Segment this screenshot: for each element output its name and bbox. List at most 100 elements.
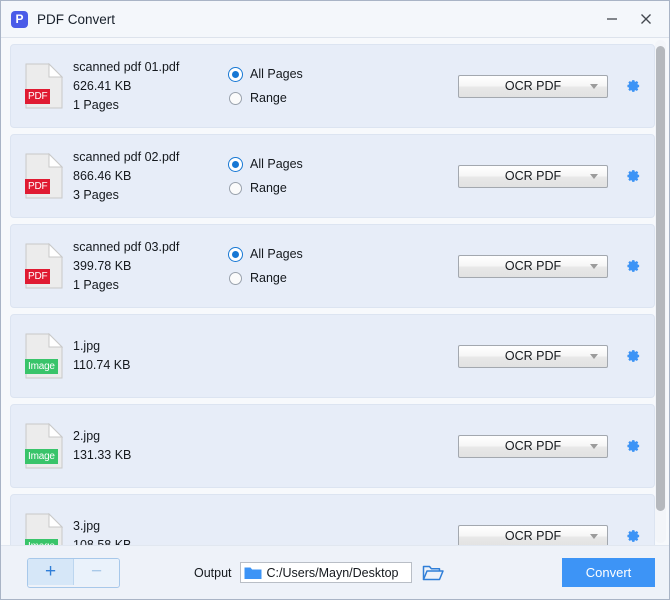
output-path-text: C:/Users/Mayn/Desktop — [266, 565, 399, 580]
file-card[interactable]: PDF scanned pdf 03.pdf 399.78 KB 1 Pages All… — [10, 224, 655, 308]
conversion-controls: OCR PDF — [458, 74, 642, 98]
browse-folder-button[interactable] — [422, 562, 444, 584]
chevron-down-icon — [590, 174, 598, 179]
pdf-convert-window: P PDF Convert PDF scanned pdf 01.pdf 626.4… — [0, 0, 670, 600]
minimize-button[interactable] — [595, 5, 629, 33]
conversion-controls: OCR PDF — [458, 434, 642, 458]
all-pages-option[interactable]: All Pages — [229, 152, 349, 176]
pdf-file-icon: PDF — [25, 63, 63, 109]
file-list[interactable]: PDF scanned pdf 01.pdf 626.41 KB 1 Pages All… — [1, 38, 669, 545]
all-pages-radio[interactable] — [229, 67, 242, 81]
conversion-controls: OCR PDF — [458, 344, 642, 368]
remove-file-button[interactable]: − — [73, 558, 119, 585]
output-label: Output — [194, 565, 232, 580]
file-type-badge: Image — [25, 359, 58, 374]
range-label: Range — [250, 91, 287, 105]
settings-button[interactable] — [622, 526, 642, 545]
add-file-button[interactable]: + — [28, 558, 73, 585]
gear-icon — [626, 79, 639, 92]
image-file-icon: Image — [25, 513, 63, 545]
file-type-badge: PDF — [25, 89, 51, 104]
all-pages-option[interactable]: All Pages — [229, 62, 349, 86]
settings-button[interactable] — [622, 346, 642, 366]
output-format-value: OCR PDF — [504, 169, 562, 183]
file-info: scanned pdf 01.pdf 626.41 KB 1 Pages — [73, 58, 223, 115]
settings-button[interactable] — [622, 256, 642, 276]
window-title: PDF Convert — [37, 11, 116, 27]
file-name: 2.jpg — [73, 429, 101, 443]
file-size: 626.41 KB — [73, 78, 132, 93]
file-size: 108.58 KB — [73, 538, 132, 545]
gear-icon — [626, 169, 639, 182]
close-button[interactable] — [629, 5, 663, 33]
output-format-value: OCR PDF — [504, 79, 562, 93]
file-pages: 1 Pages — [73, 277, 119, 292]
settings-button[interactable] — [622, 76, 642, 96]
output-format-select[interactable]: OCR PDF — [458, 254, 608, 278]
output-format-value: OCR PDF — [504, 439, 562, 453]
pdf-file-icon: PDF — [25, 153, 63, 199]
close-icon — [641, 14, 651, 24]
file-card[interactable]: Image 2.jpg 131.33 KB OCR PDF — [10, 404, 655, 488]
chevron-down-icon — [590, 534, 598, 539]
output-path-field[interactable]: C:/Users/Mayn/Desktop — [239, 562, 412, 583]
output-format-select[interactable]: OCR PDF — [458, 164, 608, 188]
conversion-controls: OCR PDF — [458, 524, 642, 545]
folder-icon — [244, 567, 262, 579]
file-size: 866.46 KB — [73, 168, 132, 183]
file-type-badge: PDF — [25, 179, 51, 194]
file-pages: 1 Pages — [73, 97, 119, 112]
range-option[interactable]: Range — [229, 86, 349, 110]
page-range-options: All Pages Range — [229, 242, 349, 290]
file-name: 1.jpg — [73, 339, 101, 353]
output-format-select[interactable]: OCR PDF — [458, 524, 608, 545]
file-card[interactable]: Image 1.jpg 110.74 KB OCR PDF — [10, 314, 655, 398]
page-range-options: All Pages Range — [229, 62, 349, 110]
all-pages-radio[interactable] — [229, 157, 242, 171]
convert-button[interactable]: Convert — [562, 558, 655, 587]
file-info: 1.jpg 110.74 KB — [73, 337, 223, 375]
gear-icon — [626, 439, 639, 452]
range-radio[interactable] — [229, 271, 242, 285]
gear-icon — [626, 259, 639, 272]
file-info: 3.jpg 108.58 KB — [73, 517, 223, 545]
gear-icon — [626, 349, 639, 362]
image-file-icon: Image — [25, 333, 63, 379]
all-pages-option[interactable]: All Pages — [229, 242, 349, 266]
output-format-select[interactable]: OCR PDF — [458, 434, 608, 458]
settings-button[interactable] — [622, 166, 642, 186]
file-name: scanned pdf 01.pdf — [73, 59, 180, 74]
open-folder-icon — [422, 565, 444, 580]
bottom-toolbar: + − Output C:/Users/Mayn/Desktop Convert — [1, 545, 669, 599]
all-pages-radio[interactable] — [229, 247, 242, 261]
file-name: scanned pdf 02.pdf — [73, 149, 180, 164]
page-range-options: All Pages Range — [229, 152, 349, 200]
file-size: 131.33 KB — [73, 448, 132, 462]
output-format-value: OCR PDF — [504, 259, 562, 273]
file-card[interactable]: Image 3.jpg 108.58 KB OCR PDF — [10, 494, 655, 545]
app-logo-icon: P — [11, 10, 28, 28]
file-card[interactable]: PDF scanned pdf 02.pdf 866.46 KB 3 Pages All… — [10, 134, 655, 218]
image-file-icon: Image — [25, 423, 63, 469]
settings-button[interactable] — [622, 436, 642, 456]
scrollbar-thumb[interactable] — [656, 46, 665, 511]
all-pages-label: All Pages — [250, 157, 303, 171]
conversion-controls: OCR PDF — [458, 164, 642, 188]
chevron-down-icon — [590, 84, 598, 89]
output-format-select[interactable]: OCR PDF — [458, 74, 608, 98]
file-card[interactable]: PDF scanned pdf 01.pdf 626.41 KB 1 Pages All… — [10, 44, 655, 128]
list-scrollbar[interactable] — [655, 40, 666, 543]
chevron-down-icon — [590, 264, 598, 269]
range-radio[interactable] — [229, 91, 242, 105]
chevron-down-icon — [590, 354, 598, 359]
minimize-icon — [607, 18, 617, 20]
range-radio[interactable] — [229, 181, 242, 195]
range-label: Range — [250, 181, 287, 195]
file-cards-container: PDF scanned pdf 01.pdf 626.41 KB 1 Pages All… — [10, 44, 655, 545]
range-option[interactable]: Range — [229, 176, 349, 200]
all-pages-label: All Pages — [250, 247, 303, 261]
range-label: Range — [250, 271, 287, 285]
range-option[interactable]: Range — [229, 266, 349, 290]
output-format-select[interactable]: OCR PDF — [458, 344, 608, 368]
file-type-badge: PDF — [25, 269, 51, 284]
